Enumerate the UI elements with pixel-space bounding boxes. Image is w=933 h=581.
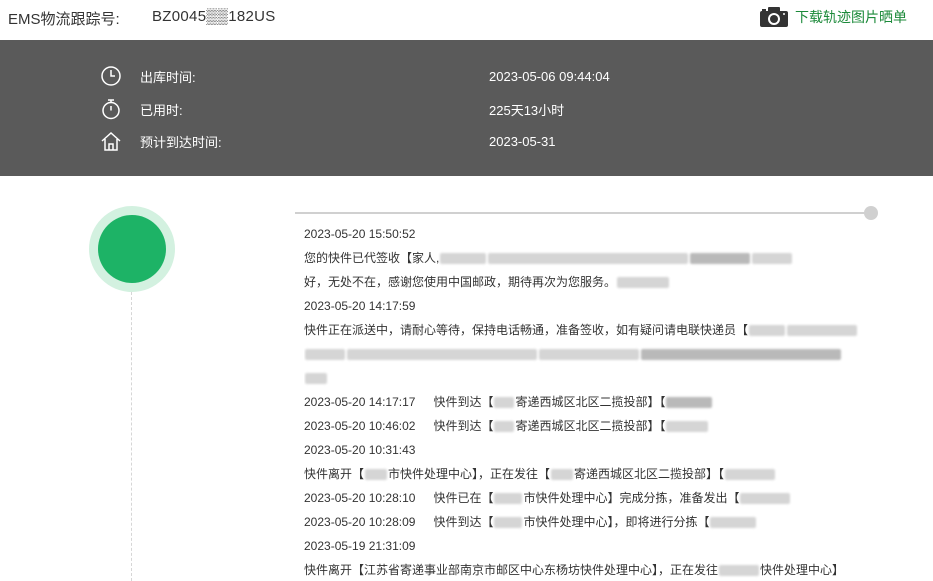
event-description: 快件正在派送中，请耐心等待，保持电话畅通，准备签收，如有疑问请电联快递员【: [304, 318, 874, 342]
shipment-summary: 出库时间: 2023-05-06 09:44:04 已用时: 225天13小时 …: [0, 40, 933, 176]
tracking-divider: [295, 212, 870, 214]
ship-time-label: 出库时间:: [140, 69, 196, 85]
camera-icon: [760, 7, 788, 27]
tracking-label: EMS物流跟踪号:: [8, 11, 120, 28]
clock-icon: [100, 65, 122, 87]
download-track-image-link[interactable]: 下载轨迹图片晒单: [759, 6, 907, 28]
download-link-label: 下载轨迹图片晒单: [795, 9, 907, 25]
event-description-cont: [304, 366, 874, 390]
event-row: 2023-05-20 10:28:10 快件已在【 市快件处理中心】完成分拣，准备发…: [304, 486, 874, 510]
elapsed-value: 225天13小时: [489, 102, 565, 118]
event-description-cont: 好，无处不在，感谢您使用中国邮政，期待再次为您服务。: [304, 270, 874, 294]
event-row: 2023-05-20 10:28:09 快件到达【 市快件处理中心】，即将进行分拣【: [304, 510, 874, 534]
timeline-connector: [131, 292, 132, 581]
tracking-events: 2023-05-20 15:50:52 您的快件已代签收【家人, 好，无处不在，…: [304, 222, 874, 581]
event-description: 快件离开【 市快件处理中心】，正在发往【 寄递西城区北区二揽投部】【: [304, 462, 874, 486]
event-description-cont: [304, 342, 874, 366]
event-row: 2023-05-20 10:46:02 快件到达【 寄递西城区北区二揽投部】【: [304, 414, 874, 438]
elapsed-label: 已用时:: [140, 102, 183, 118]
stopwatch-icon: [100, 98, 122, 120]
tracking-divider-end-dot: [864, 206, 878, 220]
ship-time-value: 2023-05-06 09:44:04: [489, 68, 610, 84]
home-icon: [100, 130, 122, 152]
status-dot: [98, 215, 166, 283]
event-time: 2023-05-19 21:31:09: [304, 539, 416, 553]
event-description: 您的快件已代签收【家人,: [304, 246, 874, 270]
event-row: 2023-05-20 14:17:17 快件到达【 寄递西城区北区二揽投部】【: [304, 390, 874, 414]
eta-row: 预计到达时间: 2023-05-31: [100, 126, 800, 156]
elapsed-row: 已用时: 225天13小时: [100, 94, 800, 124]
tracking-number: BZ0045▒▒182US: [152, 8, 276, 25]
event-time: 2023-05-20 10:31:43: [304, 443, 416, 457]
top-bar: EMS物流跟踪号: BZ0045▒▒182US 下载轨迹图片晒单: [0, 0, 933, 40]
delivered-status-indicator: [89, 206, 175, 292]
eta-value: 2023-05-31: [489, 133, 556, 149]
eta-label: 预计到达时间:: [140, 134, 222, 150]
event-time: 2023-05-20 14:17:59: [304, 299, 416, 313]
event-time: 2023-05-20 15:50:52: [304, 227, 416, 241]
ship-time-row: 出库时间: 2023-05-06 09:44:04: [100, 61, 800, 91]
event-description: 快件离开【江苏省寄递事业部南京市邮区中心东杨坊快件处理中心】，正在发往 快件处理中…: [304, 563, 845, 577]
